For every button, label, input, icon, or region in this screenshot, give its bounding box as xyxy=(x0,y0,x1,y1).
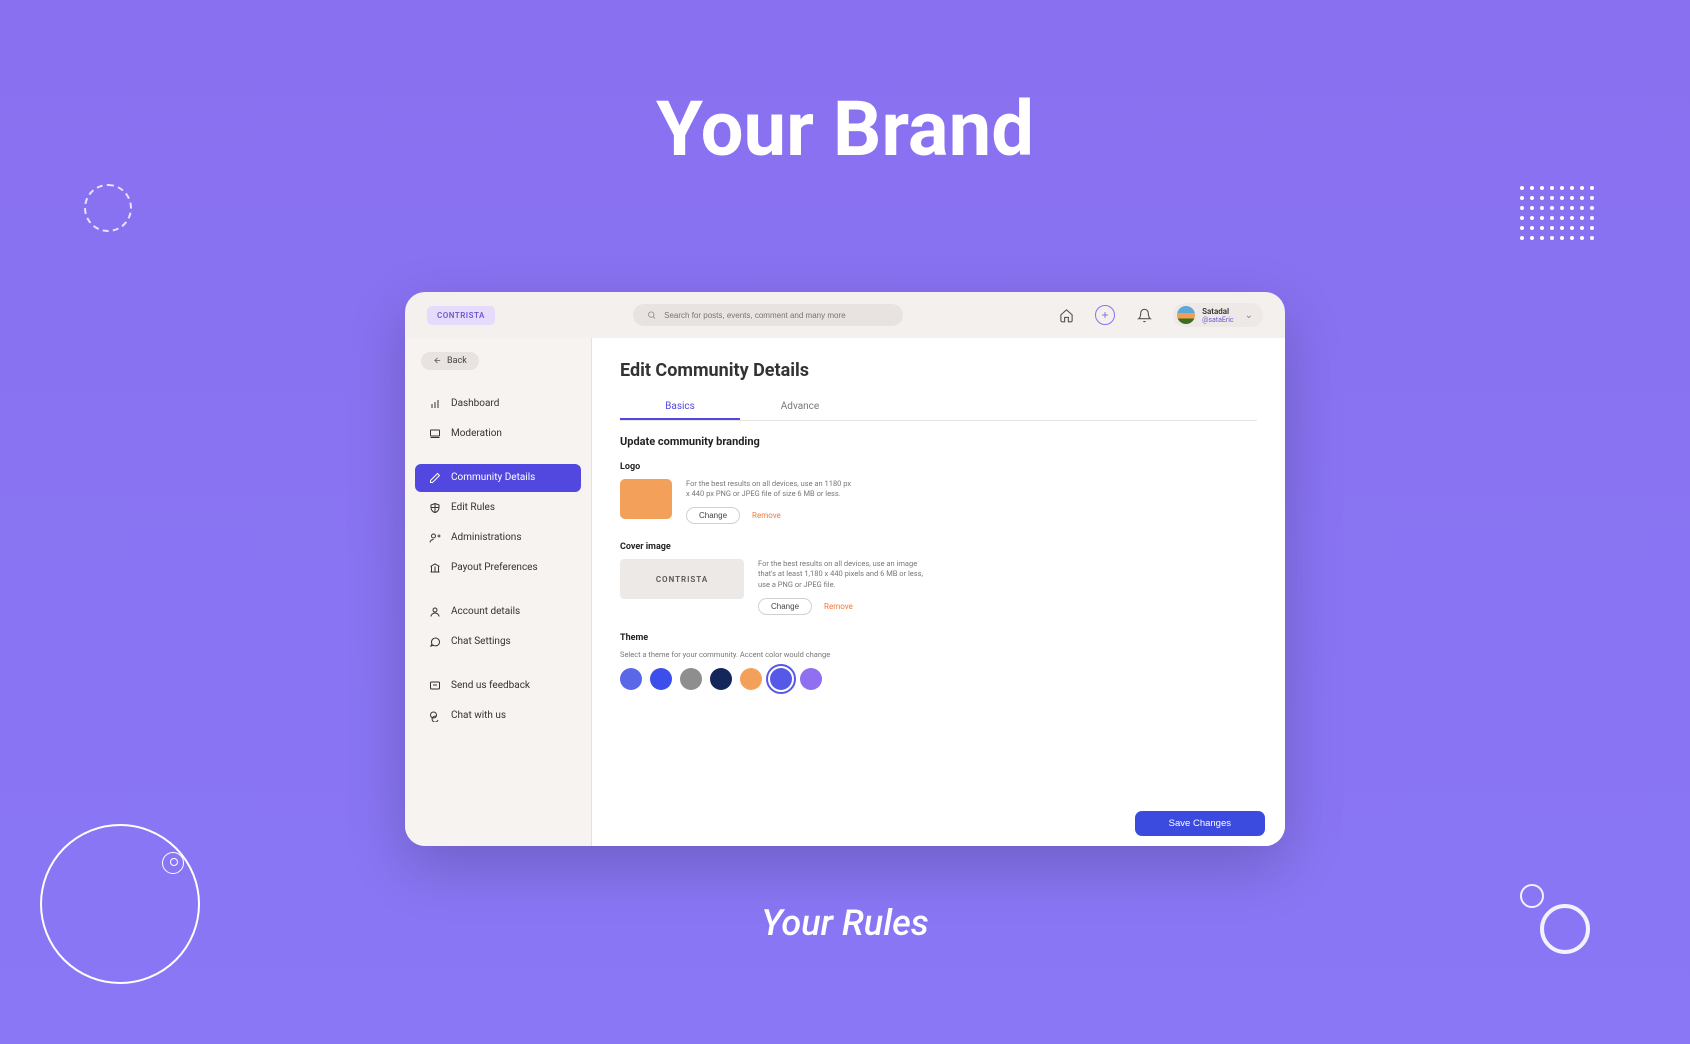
pencil-icon xyxy=(429,472,441,484)
search-field[interactable] xyxy=(633,304,903,326)
page-title: Edit Community Details xyxy=(620,360,1257,381)
sidebar-item-account-details[interactable]: Account details xyxy=(415,598,581,626)
chat-icon xyxy=(429,636,441,648)
theme-label: Theme xyxy=(620,633,1257,643)
theme-swatch[interactable] xyxy=(620,668,642,690)
sidebar-item-label: Payout Preferences xyxy=(451,562,538,573)
cover-preview: CONTRISTA xyxy=(620,559,744,599)
home-button[interactable] xyxy=(1055,304,1077,326)
app-window: CONTRISTA Satadal @sataEric ⌄ xyxy=(405,292,1285,846)
arrow-left-icon xyxy=(433,356,442,365)
sidebar: Back Dashboard Moderation Community Deta… xyxy=(405,338,592,846)
plus-icon xyxy=(1100,310,1110,320)
logo-remove-link[interactable]: Remove xyxy=(752,511,781,520)
sidebar-item-label: Send us feedback xyxy=(451,680,530,691)
theme-swatch[interactable] xyxy=(740,668,762,690)
bank-icon xyxy=(429,562,441,574)
sidebar-item-chat-settings[interactable]: Chat Settings xyxy=(415,628,581,656)
sidebar-item-feedback[interactable]: Send us feedback xyxy=(415,672,581,700)
home-icon xyxy=(1059,308,1074,323)
notifications-button[interactable] xyxy=(1133,304,1155,326)
cover-change-button[interactable]: Change xyxy=(758,598,812,615)
sidebar-item-edit-rules[interactable]: Edit Rules xyxy=(415,494,581,522)
create-button[interactable] xyxy=(1095,305,1115,325)
sidebar-item-community-details[interactable]: Community Details xyxy=(415,464,581,492)
theme-swatch[interactable] xyxy=(710,668,732,690)
back-label: Back xyxy=(447,356,467,366)
chevron-down-icon: ⌄ xyxy=(1245,310,1253,321)
decoration-rings xyxy=(1520,884,1590,954)
user-icon xyxy=(429,606,441,618)
logo-preview xyxy=(620,479,672,519)
logo-change-button[interactable]: Change xyxy=(686,507,740,524)
cover-hint: For the best results on all devices, use… xyxy=(758,559,928,589)
shield-icon xyxy=(429,502,441,514)
hero-title: Your Brand xyxy=(0,84,1690,174)
logo-label: Logo xyxy=(620,462,1257,472)
theme-swatch[interactable] xyxy=(650,668,672,690)
sidebar-item-label: Moderation xyxy=(451,428,502,439)
theme-swatches xyxy=(620,668,1257,690)
users-icon xyxy=(429,532,441,544)
message-square-icon xyxy=(429,680,441,692)
theme-swatch[interactable] xyxy=(680,668,702,690)
sidebar-item-label: Account details xyxy=(451,606,520,617)
cover-label: Cover image xyxy=(620,542,1257,552)
main-panel: Edit Community Details Basics Advance Up… xyxy=(592,338,1285,846)
tab-basics[interactable]: Basics xyxy=(620,395,740,420)
sidebar-item-chat-with-us[interactable]: Chat with us xyxy=(415,702,581,730)
sidebar-item-label: Community Details xyxy=(451,472,535,483)
sidebar-item-label: Chat with us xyxy=(451,710,506,721)
tabs: Basics Advance xyxy=(620,395,1257,421)
avatar xyxy=(1177,306,1195,324)
back-button[interactable]: Back xyxy=(421,352,479,370)
section-heading: Update community branding xyxy=(620,435,1257,448)
tab-advance[interactable]: Advance xyxy=(740,395,860,420)
search-input[interactable] xyxy=(664,311,889,320)
user-menu[interactable]: Satadal @sataEric ⌄ xyxy=(1173,303,1263,327)
sidebar-item-payout-preferences[interactable]: Payout Preferences xyxy=(415,554,581,582)
brand-logo[interactable]: CONTRISTA xyxy=(427,306,495,325)
monitor-icon xyxy=(429,428,441,440)
sidebar-item-label: Administrations xyxy=(451,532,521,543)
user-name: Satadal xyxy=(1202,307,1234,316)
topbar: CONTRISTA Satadal @sataEric ⌄ xyxy=(405,292,1285,338)
sidebar-item-administrations[interactable]: Administrations xyxy=(415,524,581,552)
decoration-dotted-circle xyxy=(84,184,132,232)
sidebar-item-dashboard[interactable]: Dashboard xyxy=(415,390,581,418)
decoration-dot-grid xyxy=(1520,186,1590,246)
user-handle: @sataEric xyxy=(1202,316,1234,324)
decoration-big-circle xyxy=(40,824,200,984)
sidebar-item-label: Chat Settings xyxy=(451,636,511,647)
chat-bubbles-icon xyxy=(429,710,441,722)
sidebar-item-moderation[interactable]: Moderation xyxy=(415,420,581,448)
theme-swatch[interactable] xyxy=(770,668,792,690)
save-changes-button[interactable]: Save Changes xyxy=(1135,811,1265,836)
theme-hint: Select a theme for your community. Accen… xyxy=(620,650,1257,660)
hero-subtitle: Your Rules xyxy=(0,902,1690,944)
search-icon xyxy=(647,310,656,320)
sidebar-item-label: Edit Rules xyxy=(451,502,495,513)
bar-chart-icon xyxy=(429,398,441,410)
logo-hint: For the best results on all devices, use… xyxy=(686,479,856,499)
bell-icon xyxy=(1137,308,1152,323)
theme-swatch[interactable] xyxy=(800,668,822,690)
cover-remove-link[interactable]: Remove xyxy=(824,602,853,611)
sidebar-item-label: Dashboard xyxy=(451,398,499,409)
